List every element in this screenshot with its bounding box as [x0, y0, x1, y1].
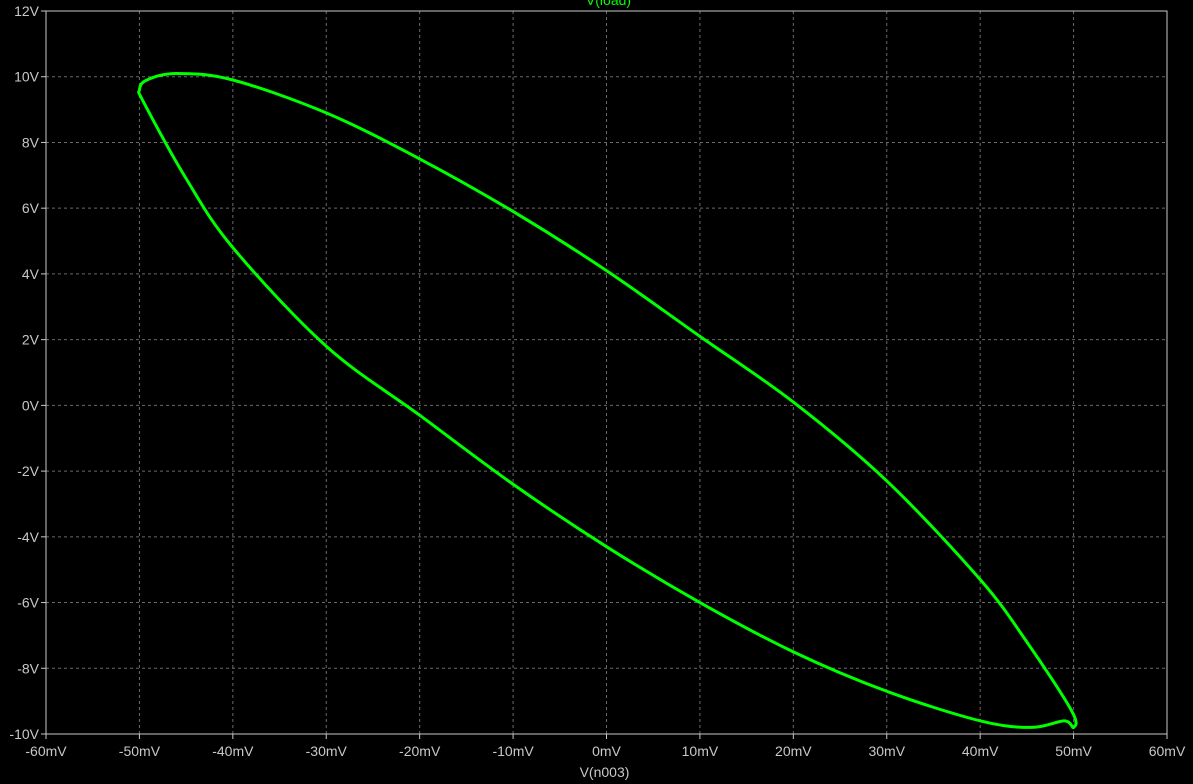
- x-tick-label: 10mV: [682, 743, 719, 759]
- x-tick-label: 30mV: [868, 743, 905, 759]
- y-tick-label: 0V: [22, 397, 40, 413]
- x-tick-label: -20mV: [399, 743, 441, 759]
- y-tick-labels: -10V -8V -6V -4V -2V 0V 2V 4V 6V 8V 10V 12V: [9, 3, 39, 742]
- plot-window: -60mV -50mV -40mV -30mV -20mV -10mV 0mV 10mV 20m…: [0, 0, 1193, 784]
- y-tick-label: -2V: [17, 463, 39, 479]
- grid-layer: [41, 10, 1168, 739]
- chart-title: V(load): [586, 0, 631, 8]
- y-tick-label: -6V: [17, 595, 39, 611]
- x-tick-label: -50mV: [119, 743, 161, 759]
- y-tick-label: 10V: [14, 69, 40, 85]
- x-tick-label: 0mV: [592, 743, 621, 759]
- x-tick-label: 20mV: [775, 743, 812, 759]
- y-tick-label: -8V: [17, 660, 39, 676]
- x-tick-label: -10mV: [492, 743, 534, 759]
- x-tick-label: -40mV: [212, 743, 254, 759]
- x-tick-label: -30mV: [306, 743, 348, 759]
- x-tick-label: 60mV: [1149, 743, 1186, 759]
- series-layer: [137, 71, 1078, 730]
- x-tick-label: 40mV: [962, 743, 999, 759]
- series-line-vload: [137, 71, 1078, 730]
- y-tick-label: 2V: [22, 332, 40, 348]
- x-tick-label: -60mV: [25, 743, 67, 759]
- y-tick-label: 4V: [22, 266, 40, 282]
- x-tick-label: 50mV: [1055, 743, 1092, 759]
- x-axis-title: V(n003): [580, 764, 630, 780]
- x-tick-labels: -60mV -50mV -40mV -30mV -20mV -10mV 0mV 10mV 20m…: [25, 743, 1186, 759]
- y-tick-label: 8V: [22, 134, 40, 150]
- y-tick-label: -10V: [9, 726, 39, 742]
- y-tick-label: 12V: [14, 3, 40, 19]
- chart-svg: -60mV -50mV -40mV -30mV -20mV -10mV 0mV 10mV 20m…: [9, 0, 1186, 780]
- y-tick-label: 6V: [22, 200, 40, 216]
- y-tick-label: -4V: [17, 529, 39, 545]
